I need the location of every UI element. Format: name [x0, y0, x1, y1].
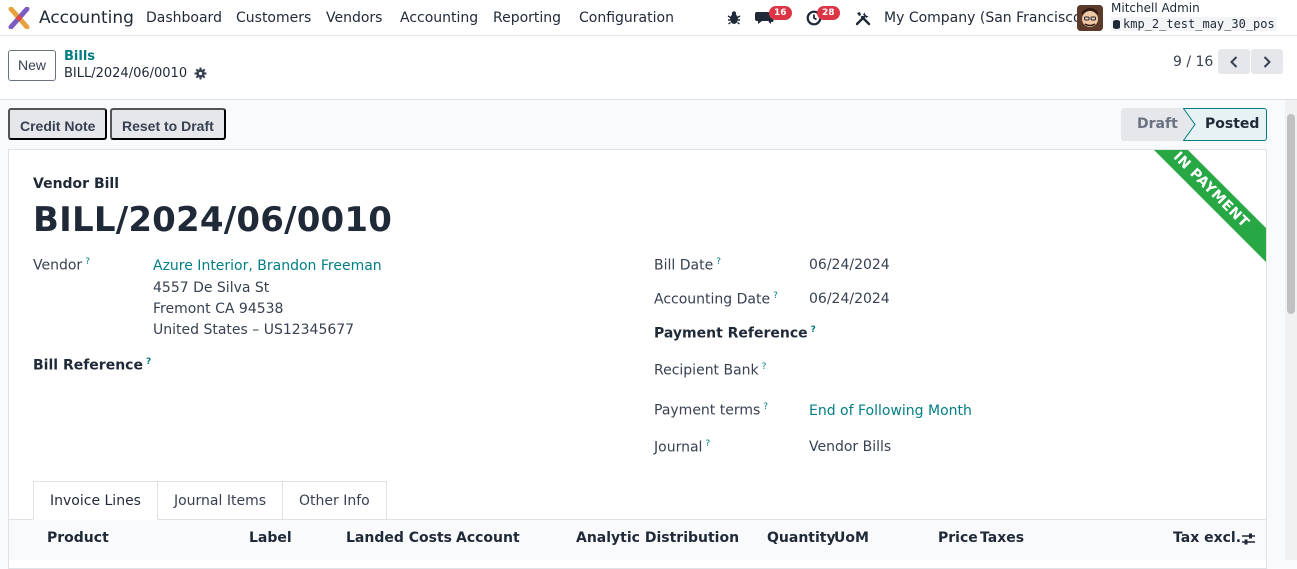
- credit-note-button[interactable]: Credit Note: [8, 108, 108, 140]
- payment-reference-label: Payment Reference?: [654, 325, 816, 342]
- col-landed-costs[interactable]: Landed Costs: [346, 530, 452, 546]
- vendor-address-line-3: United States – US12345677: [153, 322, 355, 338]
- journal-field[interactable]: Vendor Bills: [809, 439, 891, 455]
- vendor-label-text: Vendor: [33, 257, 83, 274]
- app-name: Accounting: [39, 8, 134, 28]
- help-icon[interactable]: ?: [762, 362, 767, 372]
- help-icon[interactable]: ?: [763, 402, 768, 412]
- help-icon[interactable]: ?: [85, 257, 90, 267]
- pager-previous-button[interactable]: [1218, 49, 1250, 74]
- scrollbar-thumb[interactable]: [1287, 114, 1295, 314]
- payment-reference-label-text: Payment Reference: [654, 325, 808, 342]
- journal-label: Journal?: [654, 439, 710, 456]
- database-icon: [1113, 19, 1120, 29]
- tab-invoice-lines[interactable]: Invoice Lines: [33, 481, 158, 520]
- menu-vendors[interactable]: Vendors: [326, 10, 382, 26]
- chevron-left-icon: [1230, 55, 1238, 68]
- col-price[interactable]: Price: [938, 530, 978, 546]
- bill-date-field[interactable]: 06/24/2024: [809, 257, 890, 273]
- menu-accounting[interactable]: Accounting: [400, 10, 478, 26]
- tab-journal-items[interactable]: Journal Items: [157, 481, 284, 520]
- database-name-text: kmp_2_test_may_30_pos: [1123, 17, 1275, 31]
- accounting-date-field[interactable]: 06/24/2024: [809, 291, 890, 307]
- col-tax-excl[interactable]: Tax excl.: [1173, 530, 1241, 546]
- app-brand[interactable]: Accounting: [8, 7, 134, 29]
- accounting-date-label-text: Accounting Date: [654, 291, 771, 308]
- col-account[interactable]: Account: [456, 530, 520, 546]
- column-settings-icon[interactable]: [1241, 532, 1256, 546]
- menu-customers[interactable]: Customers: [236, 10, 311, 26]
- bill-reference-label: Bill Reference?: [33, 357, 151, 374]
- col-taxes[interactable]: Taxes: [980, 530, 1024, 546]
- help-icon[interactable]: ?: [705, 439, 710, 449]
- in-payment-ribbon: IN PAYMENT: [1128, 150, 1266, 273]
- menu-reporting[interactable]: Reporting: [493, 10, 561, 26]
- vendor-label: Vendor?: [33, 257, 90, 274]
- chevron-right-icon: [1263, 55, 1271, 68]
- invoice-lines-header: Product Label Landed Costs Account Analy…: [9, 520, 1266, 560]
- vendor-field[interactable]: Azure Interior, Brandon Freeman: [153, 258, 382, 274]
- activities-badge: 28: [817, 6, 840, 20]
- help-icon[interactable]: ?: [146, 357, 151, 367]
- vendor-address-line-1: 4557 De Silva St: [153, 280, 270, 296]
- breadcrumb-current: BILL/2024/06/0010: [64, 66, 188, 81]
- new-button[interactable]: New: [8, 50, 57, 81]
- tools-icon[interactable]: [855, 10, 871, 26]
- recipient-bank-label-text: Recipient Bank: [654, 362, 759, 379]
- recipient-bank-label: Recipient Bank?: [654, 362, 766, 379]
- menu-configuration[interactable]: Configuration: [579, 10, 674, 26]
- help-icon[interactable]: ?: [811, 325, 816, 335]
- gear-icon[interactable]: [194, 67, 207, 80]
- pager-value[interactable]: 9 / 16: [1173, 54, 1213, 70]
- user-name[interactable]: Mitchell Admin: [1111, 1, 1200, 15]
- form-sheet: IN PAYMENT Vendor Bill BILL/2024/06/0010…: [8, 149, 1267, 569]
- journal-label-text: Journal: [654, 439, 703, 456]
- col-label[interactable]: Label: [249, 530, 292, 546]
- status-bar: Draft Posted: [1121, 108, 1267, 141]
- bug-icon[interactable]: [727, 10, 741, 25]
- user-avatar[interactable]: [1077, 5, 1103, 31]
- help-icon[interactable]: ?: [716, 257, 721, 267]
- pager-next-button[interactable]: [1251, 49, 1283, 74]
- status-posted: Posted: [1205, 116, 1260, 132]
- col-quantity[interactable]: Quantity: [767, 530, 836, 546]
- document-type: Vendor Bill: [33, 176, 120, 192]
- accounting-app-icon: [8, 7, 30, 29]
- bill-reference-label-text: Bill Reference: [33, 357, 143, 374]
- col-product[interactable]: Product: [47, 530, 109, 546]
- notebook-tabs: Invoice Lines Journal Items Other Info: [33, 481, 387, 520]
- bill-date-label: Bill Date?: [654, 257, 721, 274]
- vendor-address-line-2: Fremont CA 94538: [153, 301, 284, 317]
- page-scrollbar[interactable]: [1285, 100, 1297, 560]
- document-title: BILL/2024/06/0010: [33, 200, 393, 240]
- payment-terms-field[interactable]: End of Following Month: [809, 403, 972, 419]
- col-analytic-distribution[interactable]: Analytic Distribution: [576, 530, 739, 546]
- col-uom[interactable]: UoM: [834, 530, 869, 546]
- avatar-face-icon: [1077, 5, 1103, 31]
- messages-badge: 16: [769, 6, 792, 20]
- accounting-date-label: Accounting Date?: [654, 291, 778, 308]
- tab-other-info[interactable]: Other Info: [283, 481, 387, 520]
- payment-terms-label-text: Payment terms: [654, 402, 761, 419]
- bill-date-label-text: Bill Date: [654, 257, 714, 274]
- top-navbar: Accounting Dashboard Customers Vendors A…: [0, 0, 1297, 36]
- control-panel: New Bills BILL/2024/06/0010 9 / 16: [0, 36, 1297, 100]
- breadcrumb-bills[interactable]: Bills: [64, 49, 95, 64]
- database-name: kmp_2_test_may_30_pos: [1111, 17, 1277, 31]
- help-icon[interactable]: ?: [773, 291, 778, 301]
- menu-dashboard[interactable]: Dashboard: [146, 10, 222, 26]
- payment-terms-label: Payment terms?: [654, 402, 768, 419]
- company-switcher[interactable]: My Company (San Francisco): [884, 10, 1087, 26]
- reset-to-draft-button[interactable]: Reset to Draft: [110, 108, 226, 140]
